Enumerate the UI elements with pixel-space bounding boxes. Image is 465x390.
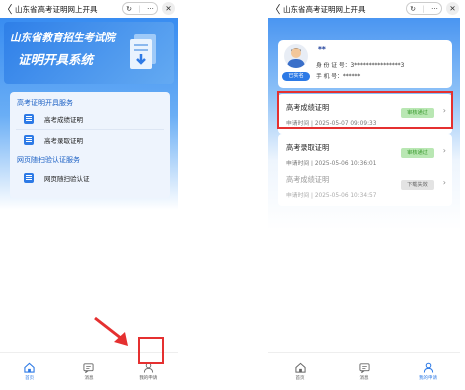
phone-label: 手 机 号： — [316, 74, 343, 80]
phone-value: ****** — [342, 74, 361, 80]
tab-label: 消息 — [84, 376, 94, 381]
document-icon — [24, 135, 34, 145]
document-icon — [24, 114, 34, 124]
close-icon[interactable]: ✕ — [162, 2, 175, 15]
id-number-label: 身 份 证 号： — [316, 63, 351, 69]
profile-card: 已实名 ** 身 份 证 号：3****************3 手 机 号：… — [278, 40, 452, 88]
message-icon — [358, 363, 370, 373]
divider — [16, 129, 164, 130]
tab-home[interactable]: 首页 — [0, 353, 59, 390]
record-date: 申请时间 | 2025-05-06 10:34:57 — [286, 193, 377, 199]
capsule-menu: ↻ | ··· — [406, 2, 442, 15]
more-icon[interactable]: ··· — [147, 5, 154, 13]
tab-label: 我的申请 — [419, 376, 437, 381]
user-icon — [423, 362, 433, 373]
refresh-icon[interactable]: ↻ — [126, 5, 132, 13]
my-applications-screen: 〈 山东省高考证明网上开具 ↻ | ··· ✕ 已实名 ** 身 份 证 号：3… — [268, 0, 460, 390]
menu-item-scan-verification[interactable]: 网页随扫验认证 — [24, 170, 166, 186]
tab-label: 消息 — [359, 376, 369, 381]
record-title: 高考录取证明 — [286, 143, 330, 152]
tab-bar: 首页 消息 我的申请 — [268, 352, 460, 390]
banner-title: 山东省教育招生考试院 — [10, 32, 115, 44]
menu-item-label: 网页随扫验认证 — [44, 175, 90, 183]
verified-badge: 已实名 — [282, 72, 310, 81]
refresh-icon[interactable]: ↻ — [410, 5, 416, 13]
avatar — [284, 44, 308, 68]
service-card: 高考证明开具服务 高考成绩证明 高考录取证明 网页随扫验认证服务 网页随扫验认证 — [10, 92, 170, 198]
chevron-right-icon: › — [442, 146, 446, 155]
menu-item-score-certificate[interactable]: 高考成绩证明 — [24, 111, 166, 127]
id-number-row: 身 份 证 号：3****************3 — [316, 60, 404, 69]
menu-item-admission-certificate[interactable]: 高考录取证明 — [24, 132, 166, 148]
tab-messages[interactable]: 消息 — [332, 353, 396, 390]
more-icon[interactable]: ··· — [431, 5, 438, 13]
back-icon[interactable]: 〈 — [268, 1, 282, 17]
user-icon — [287, 48, 305, 68]
tab-home[interactable]: 首页 — [268, 353, 332, 390]
tab-label: 首页 — [295, 376, 305, 381]
arrow-icon — [94, 316, 128, 346]
close-icon[interactable]: ✕ — [446, 2, 459, 15]
status-badge: 审核通过 — [401, 148, 434, 158]
home-icon — [24, 362, 35, 373]
phone-row: 手 机 号：****** — [316, 71, 360, 80]
tab-label: 首页 — [25, 376, 35, 381]
scan-icon — [24, 173, 34, 183]
page-title: 山东省高考证明网上开具 — [15, 4, 98, 14]
id-number-value: 3****************3 — [350, 63, 405, 69]
highlight-box — [277, 91, 453, 129]
banner-subtitle: 证明开具系统 — [18, 52, 94, 67]
highlight-box — [138, 337, 164, 364]
tab-my-applications[interactable]: 我的申请 — [396, 353, 460, 390]
capsule-menu: ↻ | ··· — [122, 2, 158, 15]
menu-item-label: 高考录取证明 — [44, 137, 83, 145]
record-title: 高考成绩证明 — [286, 175, 330, 184]
status-badge: 下载失效 — [401, 180, 434, 190]
home-icon — [294, 362, 306, 373]
menu-item-label: 高考成绩证明 — [44, 116, 83, 124]
section-title-certificate: 高考证明开具服务 — [17, 99, 73, 107]
record-card[interactable]: 高考成绩证明 申请时间 | 2025-05-06 10:34:57 下载失效 › — [278, 166, 452, 206]
document-icon — [130, 34, 156, 69]
chevron-right-icon: › — [442, 178, 446, 187]
message-icon — [83, 363, 95, 373]
banner: 山东省教育招生考试院 证明开具系统 — [4, 22, 174, 84]
home-screen: 〈 山东省高考证明网上开具 ↻ | ··· ✕ 山东省教育招生考试院 证明开具系… — [0, 0, 178, 390]
back-icon[interactable]: 〈 — [0, 1, 14, 17]
page-title: 山东省高考证明网上开具 — [283, 4, 366, 14]
tab-messages[interactable]: 消息 — [59, 353, 118, 390]
section-title-verification: 网页随扫验认证服务 — [17, 156, 80, 164]
tab-label: 我的申请 — [139, 376, 158, 381]
user-name: ** — [318, 45, 326, 54]
